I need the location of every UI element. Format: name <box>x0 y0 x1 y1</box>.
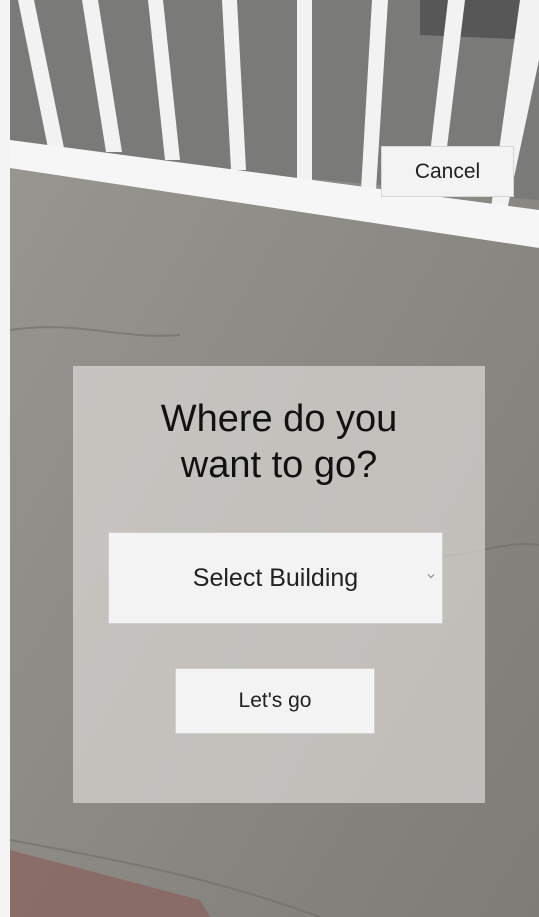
lets-go-button[interactable]: Let's go <box>175 668 375 734</box>
building-select-label: Select Building <box>192 563 359 592</box>
chevron-down-icon <box>427 574 435 579</box>
destination-dialog: Where do you want to go? Select Building… <box>73 366 485 803</box>
building-select[interactable]: Select Building <box>108 532 443 624</box>
dialog-title: Where do you want to go? <box>160 398 398 486</box>
cancel-button[interactable]: Cancel <box>381 146 514 197</box>
